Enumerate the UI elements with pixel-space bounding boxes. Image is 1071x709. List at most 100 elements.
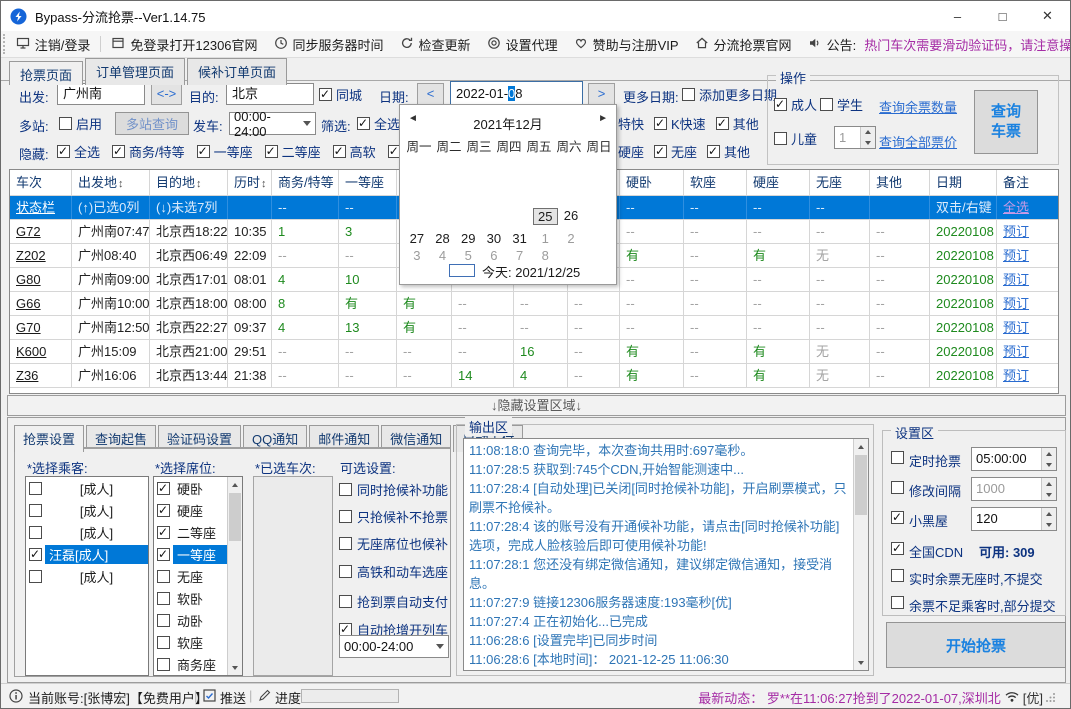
settings-checkbox-4[interactable] [891,569,904,582]
column-header-硬卧[interactable]: 硬卧 [620,170,684,195]
column-header-备注[interactable]: 备注 [997,170,1059,195]
option-高铁和动车选座[interactable]: 高铁和动车选座 [339,562,448,581]
seat-checkbox-4[interactable] [157,570,170,583]
scroll-down-icon[interactable] [228,660,242,675]
seat-listbox[interactable]: 硬卧硬座二等座一等座无座软卧动卧软座商务座特等座 [153,476,243,676]
column-header-软座[interactable]: 软座 [684,170,747,195]
passenger-checkbox-2[interactable] [29,526,42,539]
calendar-day-27[interactable]: 27 [404,231,430,249]
settings-checkbox-2[interactable] [891,511,904,524]
list-item-seat-特等座[interactable]: 特等座 [154,675,227,676]
hide-option-2[interactable]: 一等座 [197,142,253,161]
column-header-目的地[interactable]: 目的地↕ [150,170,228,195]
settings-stepper-0[interactable]: 05:00:00 [971,447,1057,471]
list-item-seat-硬座[interactable]: 硬座 [154,499,227,521]
settings-stepper-1[interactable]: 1000 [971,477,1057,501]
hide-checkbox-1[interactable] [112,145,125,158]
depart-time-select[interactable]: 00:00-24:00 [229,112,316,135]
table-row-K600[interactable]: K600广州15:09北京西21:0029:51--------16--有--有… [10,340,1058,364]
adult-checkbox[interactable] [774,98,787,111]
push-button[interactable]: 推送 [220,688,246,707]
filter-r-option-2[interactable]: 其他 [716,114,759,133]
same-city-checkbox[interactable] [319,88,332,101]
query-tickets-button[interactable]: 查询车票 [974,90,1038,154]
add-more-dates-checkbox[interactable] [682,88,695,101]
date-next-button[interactable]: > [588,83,615,105]
child-option[interactable]: 儿童 [774,127,817,149]
calendar-day-25[interactable]: 25 [532,208,558,226]
column-header-出发地[interactable]: 出发地↕ [72,170,150,195]
tab-抢票设置[interactable]: 抢票设置 [14,425,84,452]
menu-item-1[interactable]: 免登录打开12306官网 [103,31,265,57]
column-header-一等座[interactable]: 一等座 [339,170,397,195]
date-prev-button[interactable]: < [417,83,444,105]
option-checkbox-1[interactable] [339,510,352,523]
filter-r-checkbox-2[interactable] [716,117,729,130]
seat-scrollbar[interactable] [227,477,242,675]
passenger-listbox[interactable]: [成人][成人][成人]汪磊[成人][成人] [25,476,149,676]
column-header-商务/特等[interactable]: 商务/特等 [272,170,339,195]
list-item-passenger-1[interactable]: [成人] [26,499,148,521]
from-input[interactable]: 广州南 [57,83,145,105]
cell-16[interactable]: 预订 [997,292,1059,315]
calendar-day-3[interactable]: 3 [404,248,430,266]
list-item-passenger-3[interactable]: 汪磊[成人] [26,543,148,565]
column-header-日期[interactable]: 日期 [930,170,997,195]
seat-checkbox-2[interactable] [157,526,170,539]
settings-checkbox-0[interactable] [891,451,904,464]
output-scrollbar[interactable] [853,439,868,670]
table-row-Z36[interactable]: Z36广州16:06北京西13:4421:38------144--有--有无-… [10,364,1058,388]
query-price-link[interactable]: 查询全部票价 [879,132,957,151]
enable-checkbox[interactable] [59,117,72,130]
settings-stepper-2[interactable]: 120 [971,507,1057,531]
settings-checkbox-3[interactable] [891,542,904,555]
stepper-arrows[interactable] [860,127,875,148]
hide-checkbox-4[interactable] [333,145,346,158]
cell-16[interactable]: 预订 [997,268,1059,291]
seat-checkbox-3[interactable] [157,548,170,561]
resize-grip-icon[interactable] [1046,690,1056,705]
filter-r-checkbox-1[interactable] [654,117,667,130]
calendar-day-29[interactable]: 29 [455,231,481,249]
filter-r-option-1[interactable]: K快速 [654,114,706,133]
passenger-checkbox-0[interactable] [29,482,42,495]
list-item-seat-动卧[interactable]: 动卧 [154,609,227,631]
menu-item-4[interactable]: 设置代理 [479,31,566,57]
scroll-down-icon[interactable] [854,655,868,670]
hide-r-checkbox-2[interactable] [707,145,720,158]
option-time-select[interactable]: 00:00-24:00 [339,635,449,658]
hide-checkbox-2[interactable] [197,145,210,158]
list-item-seat-一等座[interactable]: 一等座 [154,543,227,565]
option-checkbox-2[interactable] [339,537,352,550]
scrollbar-thumb[interactable] [229,493,241,541]
menu-item-6[interactable]: 分流抢票官网 [687,31,800,57]
seat-checkbox-8[interactable] [157,658,170,671]
student-option[interactable]: 学生 [820,93,863,115]
hide-settings-bar[interactable]: ↓隐藏设置区域↓ [7,395,1066,416]
tab-订单管理页面[interactable]: 订单管理页面 [85,58,185,85]
list-item-seat-硬卧[interactable]: 硬卧 [154,477,227,499]
seat-checkbox-1[interactable] [157,504,170,517]
menu-item-2[interactable]: 同步服务器时间 [266,31,392,57]
hide-option-4[interactable]: 高软 [333,142,376,161]
passenger-checkbox-1[interactable] [29,504,42,517]
seat-checkbox-0[interactable] [157,482,170,495]
calendar-day-1[interactable]: 1 [532,231,558,249]
column-header-车次[interactable]: 车次 [10,170,72,195]
hide-option-3[interactable]: 二等座 [265,142,321,161]
tab-候补订单页面[interactable]: 候补订单页面 [187,58,287,85]
selected-trains-box[interactable] [253,476,333,676]
hide-checkbox-0[interactable] [57,145,70,158]
option-抢到票自动支付[interactable]: 抢到票自动支付 [339,592,448,611]
hide-checkbox-3[interactable] [265,145,278,158]
same-city-option[interactable]: 同城 [319,83,362,105]
calendar-day-26[interactable]: 26 [558,208,584,226]
start-grab-button[interactable]: 开始抢票 [886,622,1066,668]
column-header-无座[interactable]: 无座 [810,170,870,195]
cell-16[interactable]: 预订 [997,364,1059,387]
passenger-checkbox-4[interactable] [29,570,42,583]
settings-checkbox-5[interactable] [891,596,904,609]
child-count-stepper[interactable]: 1 [834,126,876,149]
list-item-seat-软卧[interactable]: 软卧 [154,587,227,609]
calendar-day-30[interactable]: 30 [481,231,507,249]
